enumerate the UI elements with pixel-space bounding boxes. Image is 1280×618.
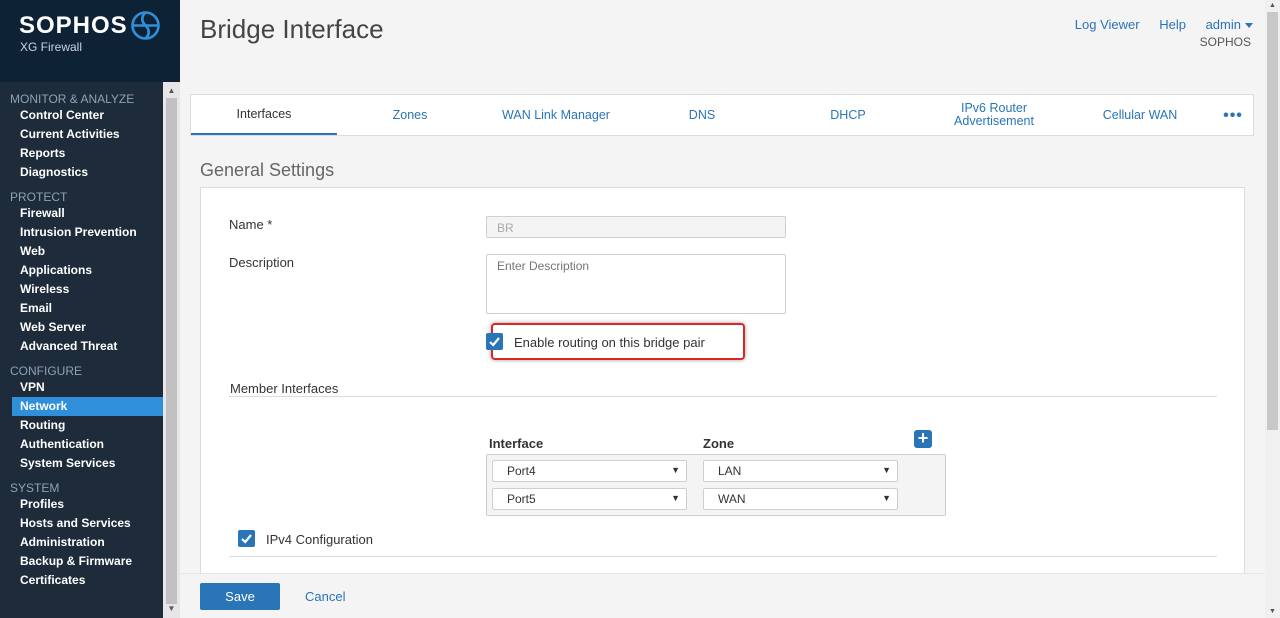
sidebar-item-current-activities[interactable]: Current Activities <box>0 125 163 144</box>
zone-select[interactable]: WAN ▼ <box>703 488 898 510</box>
member-interfaces-heading: Member Interfaces <box>230 381 339 396</box>
sidebar-item-profiles[interactable]: Profiles <box>0 495 163 514</box>
chevron-down-icon <box>1245 23 1253 29</box>
interface-value: Port4 <box>507 464 536 478</box>
sophos-logo-text: SOPHOS <box>19 12 128 39</box>
zone-value: WAN <box>718 492 746 506</box>
tab-dns[interactable]: DNS <box>629 95 775 135</box>
sidebar-item-administration[interactable]: Administration <box>0 533 163 552</box>
tab-dhcp[interactable]: DHCP <box>775 95 921 135</box>
section-protect: PROTECT <box>10 190 68 204</box>
checkmark-icon <box>241 534 252 544</box>
sidebar-menu: MONITOR & ANALYZE Control Center Current… <box>0 86 163 590</box>
tab-interfaces[interactable]: Interfaces <box>191 95 337 135</box>
sidebar-item-hosts-and-services[interactable]: Hosts and Services <box>0 514 163 533</box>
more-tabs-icon[interactable]: ••• <box>1213 95 1253 135</box>
dropdown-arrow-icon: ▼ <box>671 493 680 503</box>
zone-column-header: Zone <box>703 436 735 451</box>
add-member-button[interactable]: + <box>914 429 932 448</box>
general-settings-panel: Name * BR Description Enable routing on … <box>200 187 1245 587</box>
sidebar-item-routing[interactable]: Routing <box>0 416 163 435</box>
dropdown-arrow-icon: ▼ <box>882 493 891 503</box>
dropdown-arrow-icon: ▼ <box>671 465 680 475</box>
sidebar-scrollbar[interactable]: ▲ ▼ <box>163 82 180 618</box>
sidebar-item-advanced-threat[interactable]: Advanced Threat <box>0 337 163 356</box>
sidebar-item-wireless[interactable]: Wireless <box>0 280 163 299</box>
scroll-up-icon[interactable]: ▲ <box>1265 0 1280 12</box>
name-field[interactable]: BR <box>486 216 786 238</box>
sophos-globe-icon <box>131 11 160 40</box>
zone-select[interactable]: LAN ▼ <box>703 460 898 482</box>
product-name: XG Firewall <box>20 40 83 54</box>
sidebar-item-web-server[interactable]: Web Server <box>0 318 163 337</box>
admin-label: admin <box>1205 17 1241 32</box>
sidebar-item-intrusion-prevention[interactable]: Intrusion Prevention <box>0 223 163 242</box>
page-scroll-thumb[interactable] <box>1267 12 1278 430</box>
description-field[interactable] <box>486 254 786 314</box>
sidebar-item-web[interactable]: Web <box>0 242 163 261</box>
section-monitor: MONITOR & ANALYZE <box>10 92 135 106</box>
footer-bar: Save Cancel <box>180 573 1265 618</box>
tab-ipv6-router-advertisement[interactable]: IPv6 Router Advertisement <box>921 95 1067 135</box>
sidebar-item-diagnostics[interactable]: Diagnostics <box>0 163 163 182</box>
sidebar-item-network[interactable]: Network <box>12 397 163 416</box>
sidebar-item-firewall[interactable]: Firewall <box>0 204 163 223</box>
dropdown-arrow-icon: ▼ <box>882 465 891 475</box>
interface-select[interactable]: Port4 ▼ <box>492 460 687 482</box>
sidebar-item-email[interactable]: Email <box>0 299 163 318</box>
scroll-down-icon[interactable]: ▼ <box>163 602 180 616</box>
section-configure: CONFIGURE <box>10 364 82 378</box>
main-content: Bridge Interface Log Viewer Help admin S… <box>180 0 1265 618</box>
section-system: SYSTEM <box>10 481 60 495</box>
log-viewer-link[interactable]: Log Viewer <box>1075 17 1140 32</box>
tab-cellular-wan[interactable]: Cellular WAN <box>1067 95 1213 135</box>
divider <box>229 396 1217 397</box>
admin-menu[interactable]: admin <box>1206 17 1253 32</box>
name-label: Name * <box>229 217 273 232</box>
organization-name: SOPHOS <box>1199 35 1251 49</box>
sidebar-item-backup-firmware[interactable]: Backup & Firmware <box>0 552 163 571</box>
general-settings-heading: General Settings <box>200 160 335 180</box>
sidebar-item-reports[interactable]: Reports <box>0 144 163 163</box>
interface-column-header: Interface <box>489 436 544 451</box>
sidebar-item-control-center[interactable]: Control Center <box>0 106 163 125</box>
sidebar-item-applications[interactable]: Applications <box>0 261 163 280</box>
checkmark-icon <box>489 337 500 347</box>
zone-value: LAN <box>718 464 742 478</box>
tab-bar: Interfaces Zones WAN Link Manager DNS DH… <box>190 94 1254 136</box>
cancel-button[interactable]: Cancel <box>305 589 345 604</box>
help-link[interactable]: Help <box>1159 17 1186 32</box>
scroll-up-icon[interactable]: ▲ <box>163 84 180 98</box>
sidebar: SOPHOS XG Firewall MONITOR & ANALYZE Con… <box>0 0 180 618</box>
divider <box>229 556 1217 557</box>
sidebar-item-vpn[interactable]: VPN <box>0 378 163 397</box>
scroll-down-icon[interactable]: ▼ <box>1265 606 1280 618</box>
interface-select[interactable]: Port5 ▼ <box>492 488 687 510</box>
interface-value: Port5 <box>507 492 536 506</box>
page-title: Bridge Interface <box>200 14 384 44</box>
sidebar-item-system-services[interactable]: System Services <box>0 454 163 473</box>
sidebar-item-authentication[interactable]: Authentication <box>0 435 163 454</box>
enable-routing-label[interactable]: Enable routing on this bridge pair <box>514 335 705 350</box>
tab-wan-link-manager[interactable]: WAN Link Manager <box>483 95 629 135</box>
page-scrollbar[interactable]: ▲ ▼ <box>1265 0 1280 618</box>
brand-header: SOPHOS XG Firewall <box>0 0 180 82</box>
sidebar-item-certificates[interactable]: Certificates <box>0 571 163 590</box>
tab-zones[interactable]: Zones <box>337 95 483 135</box>
sidebar-scroll-thumb[interactable] <box>166 98 177 604</box>
top-links: Log Viewer Help admin <box>1059 17 1253 32</box>
ipv4-configuration-checkbox[interactable] <box>238 530 255 547</box>
enable-routing-checkbox[interactable] <box>486 333 503 350</box>
description-label: Description <box>229 255 295 270</box>
ipv4-configuration-label[interactable]: IPv4 Configuration <box>266 532 373 547</box>
save-button[interactable]: Save <box>200 583 280 610</box>
